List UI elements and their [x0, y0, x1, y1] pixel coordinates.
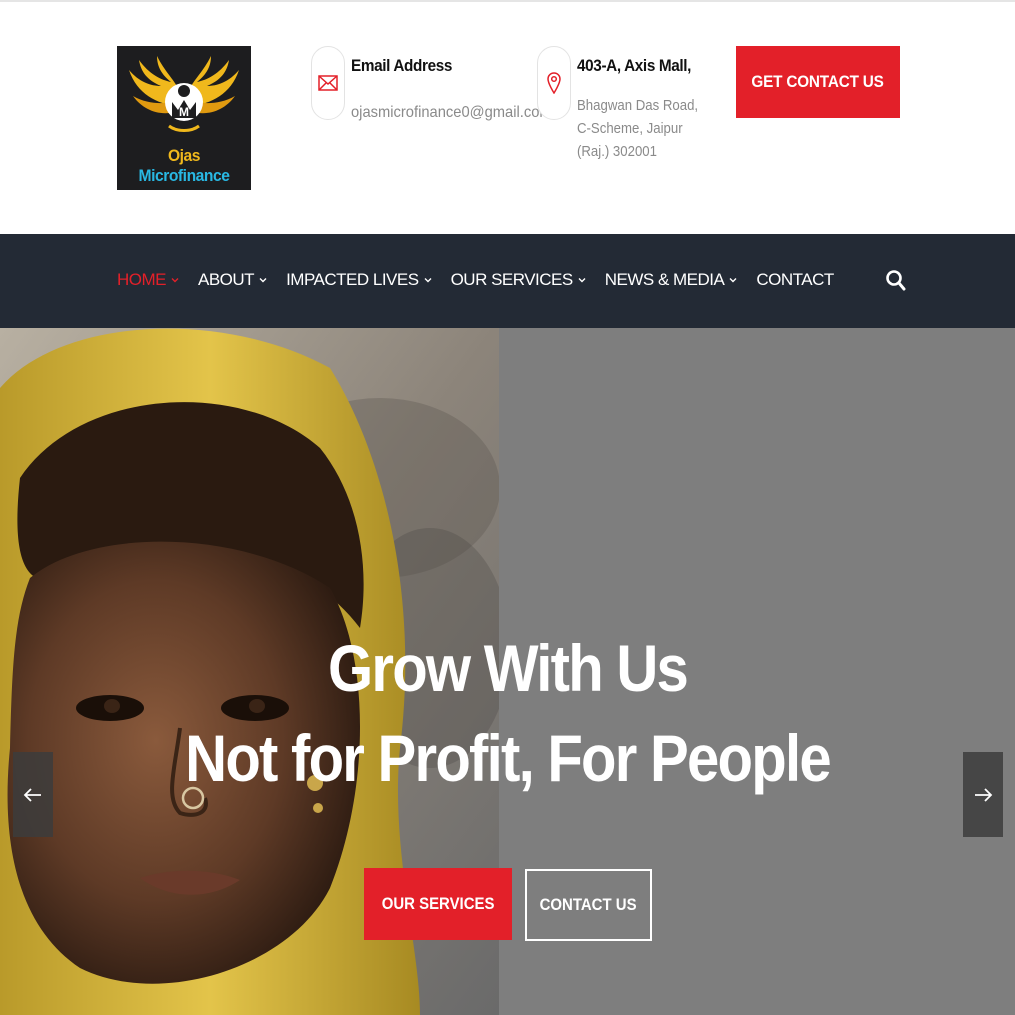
site-logo[interactable]: M Ojas Microfinance [117, 46, 251, 190]
nav-item-about[interactable]: ABOUT [198, 270, 268, 290]
nav-item-label: NEWS & MEDIA [604, 270, 725, 289]
address-title: 403-A, Axis Mall, [577, 56, 692, 75]
nav-item-label: ABOUT [198, 270, 255, 289]
arrow-right-icon [975, 787, 993, 802]
site-header: M Ojas Microfinance Email Address ojasmi… [0, 2, 1015, 234]
slider-prev-button[interactable] [13, 752, 53, 837]
nav-item-label: CONTACT [756, 270, 834, 289]
hero-line-2: Not for Profit, For People [185, 721, 831, 795]
main-navigation: HOME ABOUT IMPACTED LIVES OUR SERVICES N… [0, 234, 1015, 328]
address-info: 403-A, Axis Mall, Bhagwan Das Road, C-Sc… [537, 46, 717, 176]
logo-wordmark: Ojas Microfinance [122, 146, 245, 186]
nav-item-our-services[interactable]: OUR SERVICES [451, 270, 587, 290]
arrow-left-icon [23, 787, 41, 802]
our-services-button[interactable]: OUR SERVICES [364, 868, 512, 940]
chevron-down-icon [259, 278, 267, 283]
hero-heading: Grow With Us Not for Profit, For People [0, 623, 1015, 803]
envelope-icon [311, 46, 345, 120]
chevron-down-icon [578, 278, 586, 283]
nav-item-impacted-lives[interactable]: IMPACTED LIVES [286, 270, 433, 290]
email-info: Email Address ojasmicrofinance0@gmail.co… [311, 46, 552, 136]
logo-word-microfinance: Microfinance [138, 166, 230, 185]
nav-item-news-media[interactable]: NEWS & MEDIA [605, 270, 739, 290]
chevron-down-icon [171, 278, 179, 283]
email-title: Email Address [351, 56, 453, 75]
hero-slider: Grow With Us Not for Profit, For People … [0, 328, 1015, 1015]
nav-item-contact[interactable]: CONTACT [756, 270, 834, 290]
address-text: Bhagwan Das Road, C-Scheme, Jaipur (Raj.… [577, 97, 699, 160]
nav-item-home[interactable]: HOME [117, 270, 180, 290]
hero-line-1: Grow With Us [327, 631, 689, 705]
chevron-down-icon [424, 278, 432, 283]
nav-item-label: IMPACTED LIVES [286, 270, 419, 289]
nav-item-label: HOME [117, 270, 167, 289]
slider-next-button[interactable] [963, 752, 1003, 837]
contact-us-button[interactable]: CONTACT US [525, 869, 652, 941]
nav-list: HOME ABOUT IMPACTED LIVES OUR SERVICES N… [117, 270, 852, 290]
search-icon[interactable] [884, 268, 908, 292]
map-pin-icon [537, 46, 571, 120]
logo-word-ojas: Ojas [167, 146, 201, 165]
email-address[interactable]: ojasmicrofinance0@gmail.com [351, 101, 552, 125]
get-contact-us-button[interactable]: GET CONTACT US [736, 46, 900, 118]
chevron-down-icon [729, 278, 737, 283]
nav-item-label: OUR SERVICES [450, 270, 574, 289]
get-contact-us-label: GET CONTACT US [751, 72, 885, 91]
our-services-label: OUR SERVICES [381, 894, 495, 913]
svg-text:M: M [179, 105, 189, 119]
contact-us-label: CONTACT US [540, 895, 637, 914]
